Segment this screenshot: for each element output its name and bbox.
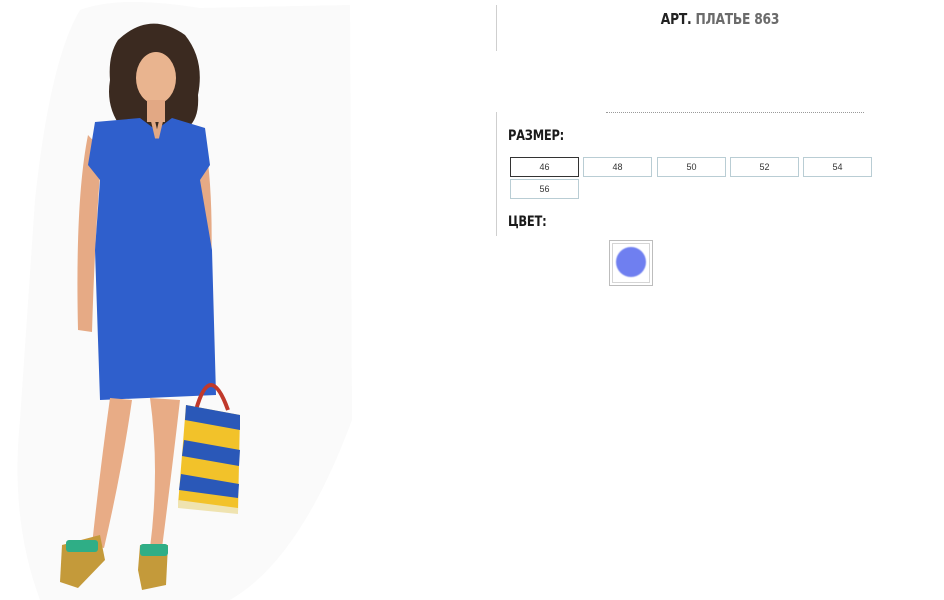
color-swatch[interactable]: [609, 240, 653, 286]
size-option-46[interactable]: 46: [510, 157, 579, 177]
size-option-48[interactable]: 48: [583, 157, 652, 177]
product-photo[interactable]: [0, 0, 360, 600]
product-image: [17, 1, 352, 600]
divider-top: [496, 5, 497, 51]
divider-mid: [496, 112, 497, 236]
color-label: ЦВЕТ:: [508, 214, 547, 230]
title-prefix: АРТ.: [660, 10, 692, 28]
color-swatch-dot: [616, 247, 646, 277]
title-name: ПЛАТЬЕ 863: [695, 10, 780, 28]
size-option-56[interactable]: 56: [510, 179, 579, 199]
dotted-separator: [606, 112, 864, 113]
size-option-52[interactable]: 52: [730, 157, 799, 177]
size-label: РАЗМЕР:: [508, 128, 565, 144]
size-option-54[interactable]: 54: [803, 157, 872, 177]
product-title: АРТ. ПЛАТЬЕ 863: [536, 10, 903, 28]
size-option-50[interactable]: 50: [657, 157, 726, 177]
dress-shape: [88, 118, 216, 400]
